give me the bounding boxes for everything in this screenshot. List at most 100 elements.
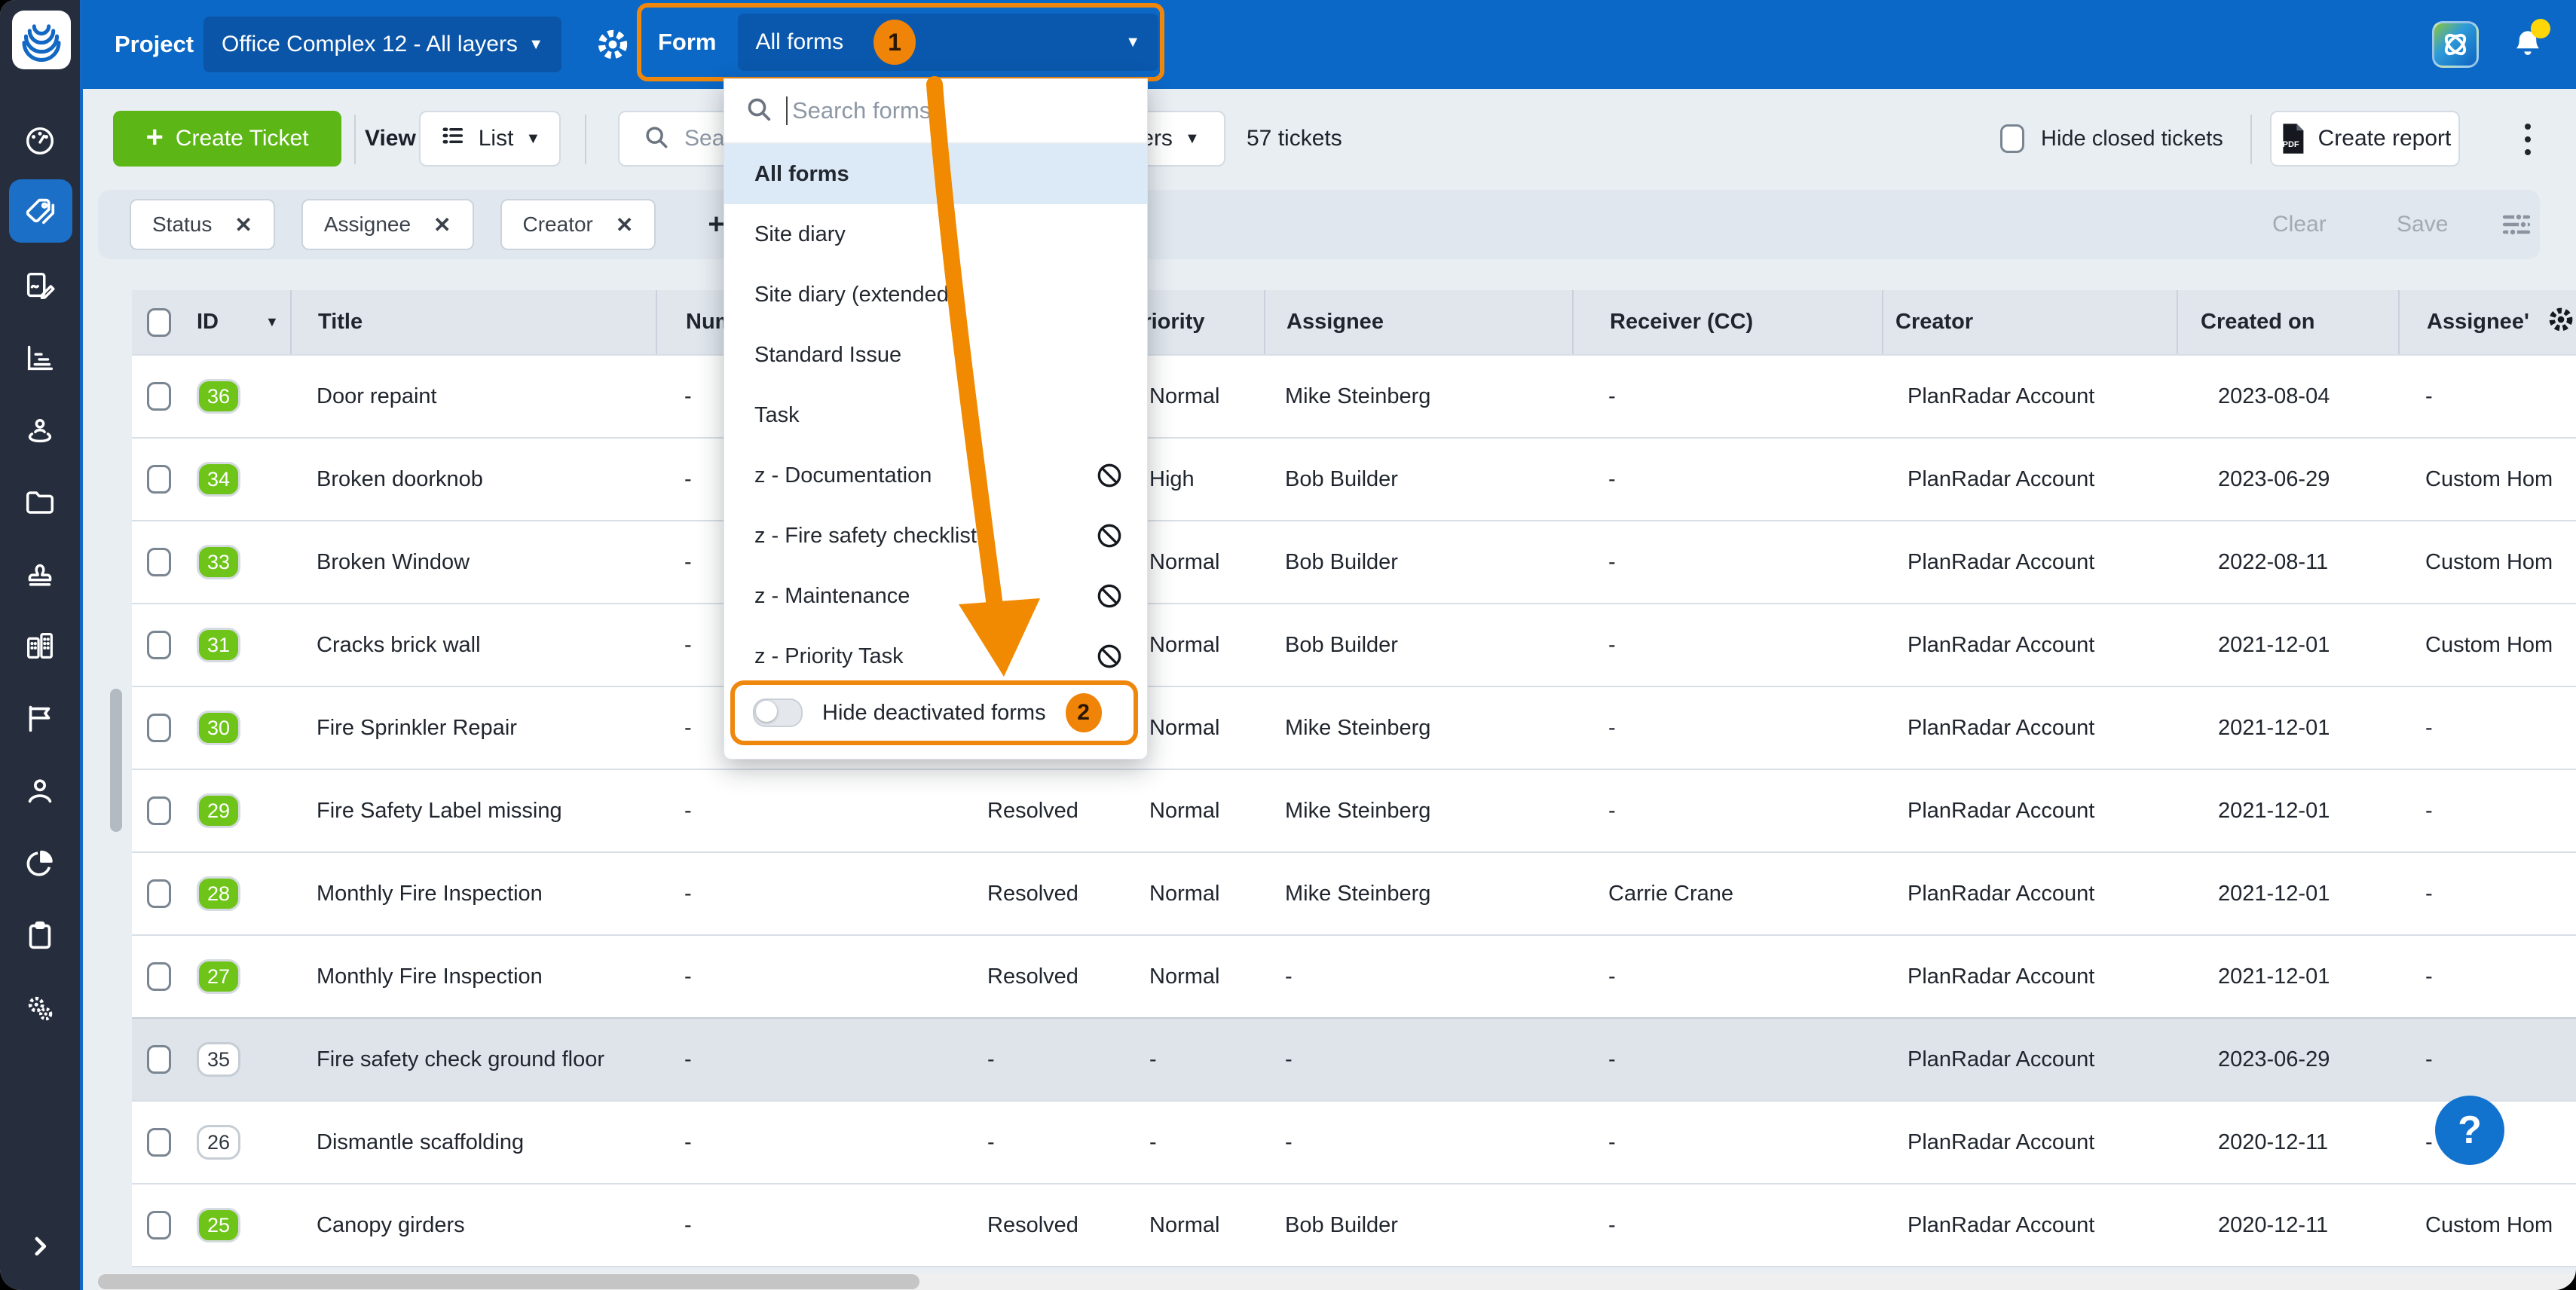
ticket-title[interactable]: Broken Window [290, 521, 656, 603]
filter-chip[interactable]: Assignee ✕ [301, 199, 474, 250]
column-settings-gear-icon[interactable] [2546, 304, 2576, 341]
row-checkbox[interactable] [147, 714, 171, 742]
ticket-creator: PlanRadar Account [1882, 521, 2177, 603]
ticket-title[interactable]: Monthly Fire Inspection [290, 936, 656, 1017]
hide-deactivated-toggle[interactable] [753, 698, 803, 727]
table-row[interactable]: 30 Fire Sprinkler Repair - Normal Mike S… [132, 686, 2576, 769]
ticket-creator: PlanRadar Account [1882, 1102, 2177, 1183]
ticket-title[interactable]: Fire safety check ground floor [290, 1019, 656, 1100]
sidebar-item-dashboard[interactable] [0, 117, 80, 165]
form-option[interactable]: Site diary [724, 204, 1147, 264]
row-checkbox[interactable] [147, 1045, 171, 1074]
app-switcher-icon[interactable] [2432, 21, 2479, 68]
sort-desc-icon[interactable]: ▼ [265, 314, 279, 330]
form-option[interactable]: Task [724, 385, 1147, 445]
hide-closed-checkbox[interactable] [2000, 124, 2024, 153]
form-search-input[interactable] [786, 96, 1127, 125]
filter-chip[interactable]: Creator ✕ [500, 199, 656, 250]
vertical-scrollbar-thumb[interactable] [110, 689, 122, 832]
row-checkbox[interactable] [147, 548, 171, 576]
ticket-title[interactable]: Cracks brick wall [290, 604, 656, 686]
filter-chip-label: Status [152, 212, 212, 237]
ticket-title[interactable]: Monthly Fire Inspection [290, 853, 656, 934]
select-all-checkbox[interactable] [147, 308, 171, 337]
form-option[interactable]: Standard Issue [724, 325, 1147, 385]
sidebar-item-plans[interactable] [0, 261, 80, 310]
ticket-title[interactable]: Fire Safety Label missing [290, 770, 656, 851]
view-mode-button[interactable]: List ▼ [419, 111, 561, 167]
sidebar-item-approvals[interactable] [0, 549, 80, 598]
horizontal-scrollbar[interactable] [98, 1273, 2576, 1290]
sidebar-item-tickets[interactable] [9, 179, 72, 243]
row-checkbox[interactable] [147, 962, 171, 991]
sidebar-item-contacts[interactable] [0, 766, 80, 815]
filter-chip[interactable]: Status ✕ [130, 199, 275, 250]
column-title[interactable]: Title [290, 290, 656, 354]
form-option[interactable]: z - Priority Task [724, 626, 1147, 686]
table-row[interactable]: 26 Dismantle scaffolding - - - - - PlanR… [132, 1100, 2576, 1183]
pdf-icon-label: PDF [2283, 140, 2299, 149]
row-checkbox[interactable] [147, 382, 171, 411]
sidebar-item-reports[interactable] [0, 839, 80, 887]
form-option-label: z - Fire safety checklist [754, 524, 977, 549]
table-row[interactable]: 27 Monthly Fire Inspection - Resolved No… [132, 934, 2576, 1017]
table-row[interactable]: 36 Door repaint - Normal Mike Steinberg … [132, 354, 2576, 437]
table-row[interactable]: 34 Broken doorknob - High Bob Builder - … [132, 437, 2576, 520]
sidebar-item-statistics[interactable] [0, 334, 80, 382]
form-select[interactable]: All forms ▼ [738, 14, 1159, 71]
row-checkbox[interactable] [147, 465, 171, 494]
create-ticket-label: Create Ticket [176, 126, 309, 151]
help-button[interactable]: ? [2435, 1096, 2504, 1165]
ticket-title[interactable]: Canopy girders [290, 1185, 656, 1266]
row-checkbox[interactable] [147, 1211, 171, 1240]
row-checkbox[interactable] [147, 796, 171, 825]
ticket-title[interactable]: Door repaint [290, 356, 656, 437]
remove-filter-icon[interactable]: ✕ [433, 212, 451, 237]
table-row[interactable]: 29 Fire Safety Label missing - Resolved … [132, 769, 2576, 851]
sidebar-item-site-position[interactable] [0, 406, 80, 454]
row-checkbox[interactable] [147, 631, 171, 659]
form-option[interactable]: z - Documentation [724, 445, 1147, 506]
row-checkbox[interactable] [147, 1128, 171, 1157]
form-option[interactable]: All forms [724, 144, 1147, 204]
column-id[interactable]: ID [197, 310, 219, 335]
more-options-kebab-icon[interactable] [2520, 119, 2535, 160]
create-ticket-button[interactable]: + Create Ticket [113, 111, 341, 167]
table-row[interactable]: 28 Monthly Fire Inspection - Resolved No… [132, 851, 2576, 934]
column-created-on[interactable]: Created on [2177, 290, 2398, 354]
ticket-title[interactable]: Dismantle scaffolding [290, 1102, 656, 1183]
column-assignee[interactable]: Assignee [1264, 290, 1572, 354]
sidebar-item-projects[interactable] [0, 622, 80, 670]
sidebar-expand-button[interactable] [0, 1222, 80, 1270]
project-select[interactable]: Office Complex 12 - All layers ▼ [203, 17, 561, 72]
form-option-label: Task [754, 403, 800, 428]
remove-filter-icon[interactable]: ✕ [616, 212, 633, 237]
row-checkbox[interactable] [147, 879, 171, 908]
form-option[interactable]: z - Maintenance [724, 566, 1147, 626]
sidebar-item-flags[interactable] [0, 694, 80, 742]
ticket-title[interactable]: Fire Sprinkler Repair [290, 687, 656, 769]
sidebar-item-documents[interactable] [0, 478, 80, 527]
sidebar-item-tasks[interactable] [0, 911, 80, 959]
table-row[interactable]: 33 Broken Window - Normal Bob Builder - … [132, 520, 2576, 603]
ticket-priority: - [1108, 1019, 1264, 1100]
ticket-title[interactable]: Broken doorknob [290, 439, 656, 520]
column-receiver[interactable]: Receiver (CC) [1572, 290, 1882, 354]
table-row[interactable]: 35 Fire safety check ground floor - - - … [132, 1017, 2576, 1100]
create-report-button[interactable]: PDF Create report [2270, 111, 2460, 167]
column-creator[interactable]: Creator [1882, 290, 2177, 354]
table-row[interactable]: 25 Canopy girders - Resolved Normal Bob … [132, 1183, 2576, 1266]
table-row[interactable]: 31 Cracks brick wall - Normal Bob Builde… [132, 603, 2576, 686]
clear-filters-button[interactable]: Clear [2272, 190, 2327, 259]
remove-filter-icon[interactable]: ✕ [234, 212, 252, 237]
horizontal-scrollbar-thumb[interactable] [98, 1274, 919, 1289]
save-filters-button[interactable]: Save [2397, 190, 2448, 259]
ticket-receiver: - [1572, 1019, 1882, 1100]
filter-settings-sliders-icon[interactable] [2498, 206, 2535, 246]
project-settings-gear-icon[interactable] [594, 26, 632, 67]
form-option[interactable]: z - Fire safety checklist [724, 506, 1147, 566]
planradar-logo[interactable] [12, 11, 71, 69]
sidebar-item-settings[interactable] [0, 984, 80, 1032]
column-assignee-extra[interactable]: Assignee' [2427, 310, 2529, 335]
form-option[interactable]: Site diary (extended) [724, 264, 1147, 325]
